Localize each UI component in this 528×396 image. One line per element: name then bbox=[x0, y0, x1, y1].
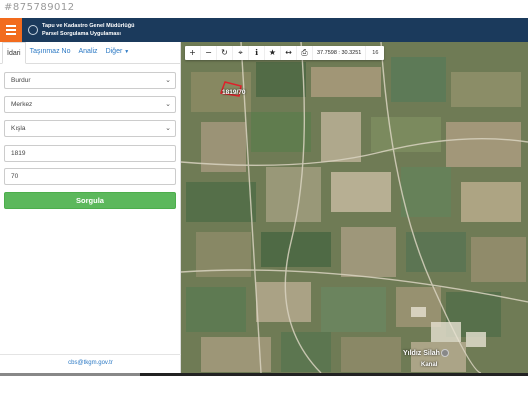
mahalle-value: Kışla bbox=[11, 125, 26, 132]
locate-icon[interactable]: ⌖ bbox=[233, 46, 249, 60]
hamburger-menu-button[interactable] bbox=[0, 18, 22, 42]
tab-diger-label: Diğer bbox=[105, 48, 123, 55]
zoom-level: 16 bbox=[372, 50, 379, 56]
zoom-out-button[interactable]: − bbox=[201, 46, 217, 60]
query-tabs: İdari Taşınmaz No Analiz Diğer ▼ bbox=[0, 42, 180, 64]
caret-down-icon: ▼ bbox=[124, 49, 130, 55]
place-label-2: Kanal bbox=[421, 362, 438, 368]
app-title: Tapu ve Kadastro Genel Müdürlüğü Parsel … bbox=[42, 22, 135, 38]
tab-analiz[interactable]: Analiz bbox=[74, 41, 101, 63]
parsel-input[interactable]: 70 bbox=[4, 168, 176, 185]
tab-tasinmaz-no[interactable]: Taşınmaz No bbox=[26, 41, 75, 63]
parcel-label: 1819/70 bbox=[222, 89, 246, 96]
print-icon[interactable]: ⎙ bbox=[297, 46, 313, 60]
il-select[interactable]: Burdur ⌄ bbox=[4, 72, 176, 89]
tab-idari[interactable]: İdari bbox=[2, 42, 26, 64]
parsel-value: 70 bbox=[11, 173, 19, 180]
location-pin-icon[interactable] bbox=[441, 349, 449, 357]
place-label: Yıldız Silah bbox=[403, 350, 440, 357]
footer-divider bbox=[0, 354, 181, 355]
scrollbar-thumb[interactable] bbox=[0, 373, 140, 376]
ilce-value: Merkez bbox=[11, 101, 33, 108]
map-view[interactable]: + − ↻ ⌖ ℹ ★ ↔ ⎙ 37.7598 : 30.3251 16 181… bbox=[181, 42, 528, 373]
map-toolbar: + − ↻ ⌖ ℹ ★ ↔ ⎙ 37.7598 : 30.3251 16 bbox=[185, 46, 385, 60]
mahalle-select[interactable]: Kışla ⌄ bbox=[4, 120, 176, 137]
app-title-line2: Parsel Sorgulama Uygulaması bbox=[42, 31, 121, 37]
refresh-icon[interactable]: ↻ bbox=[217, 46, 233, 60]
tab-diger[interactable]: Diğer ▼ bbox=[102, 41, 134, 63]
ada-input[interactable]: 1819 bbox=[4, 145, 176, 162]
app-title-line1: Tapu ve Kadastro Genel Müdürlüğü bbox=[42, 23, 135, 29]
chevron-down-icon: ⌄ bbox=[165, 101, 171, 108]
query-panel: İdari Taşınmaz No Analiz Diğer ▼ Burdur … bbox=[0, 42, 181, 373]
coordinate-readout: 37.7598 : 30.3251 bbox=[313, 46, 367, 60]
info-icon[interactable]: ℹ bbox=[249, 46, 265, 60]
il-value: Burdur bbox=[11, 77, 31, 84]
ilce-select[interactable]: Merkez ⌄ bbox=[4, 96, 176, 113]
ada-value: 1819 bbox=[11, 150, 26, 157]
chevron-down-icon: ⌄ bbox=[165, 125, 171, 132]
measure-icon[interactable]: ↔ bbox=[281, 46, 297, 60]
zoom-in-button[interactable]: + bbox=[185, 46, 201, 60]
chevron-down-icon: ⌄ bbox=[165, 77, 171, 84]
sorgula-button[interactable]: Sorgula bbox=[4, 192, 176, 209]
star-icon[interactable]: ★ bbox=[265, 46, 281, 60]
contact-email-link[interactable]: cbs@tkgm.gov.tr bbox=[0, 360, 181, 366]
tkgm-logo-icon bbox=[28, 25, 38, 35]
app-header: Tapu ve Kadastro Genel Müdürlüğü Parsel … bbox=[0, 18, 528, 42]
watermark-text: #875789012 bbox=[4, 2, 75, 13]
